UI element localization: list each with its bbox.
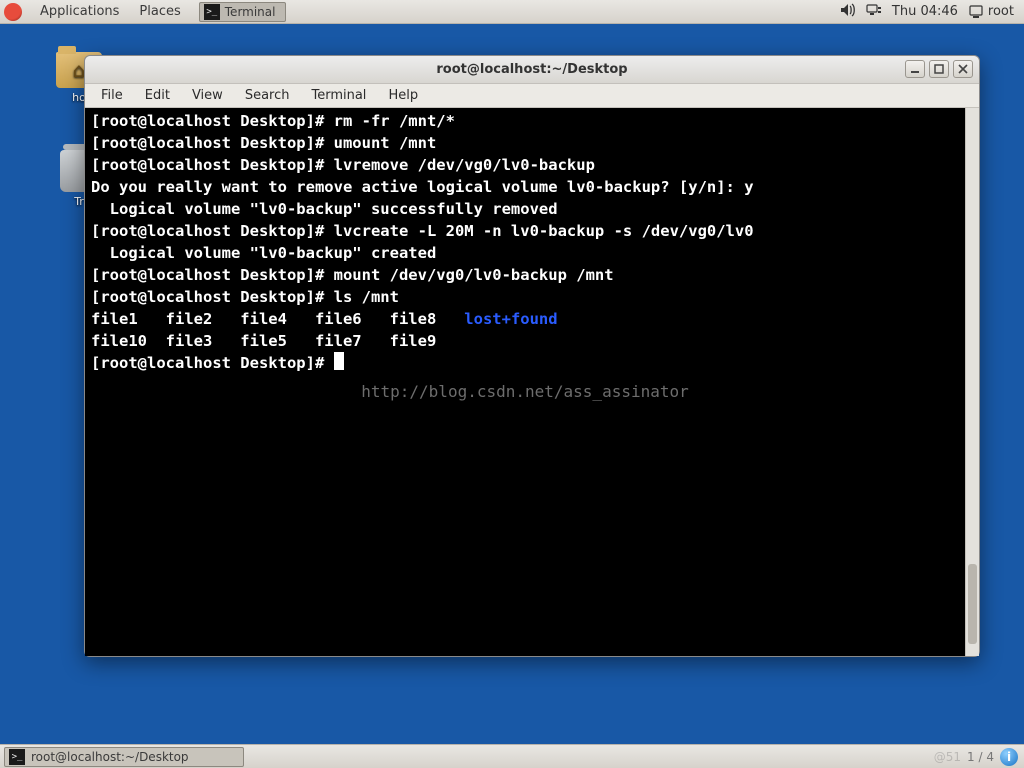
- terminal-icon: >_: [204, 4, 220, 20]
- terminal-output[interactable]: [root@localhost Desktop]# rm -fr /mnt/* …: [85, 108, 965, 656]
- bottom-task-label: root@localhost:~/Desktop: [31, 750, 189, 764]
- menu-search[interactable]: Search: [235, 86, 300, 105]
- system-tray: Thu 04:46 root: [840, 3, 1024, 21]
- clock[interactable]: Thu 04:46: [892, 4, 958, 19]
- menubar: File Edit View Search Terminal Help: [85, 84, 979, 108]
- faded-overlay-text: @51: [934, 750, 961, 764]
- menu-terminal[interactable]: Terminal: [301, 86, 376, 105]
- user-menu[interactable]: root: [968, 4, 1014, 19]
- places-menu[interactable]: Places: [131, 1, 188, 22]
- user-label: root: [988, 4, 1014, 19]
- close-button[interactable]: [953, 60, 973, 78]
- applications-menu[interactable]: Applications: [32, 1, 127, 22]
- titlebar[interactable]: root@localhost:~/Desktop: [85, 56, 979, 84]
- menu-view[interactable]: View: [182, 86, 233, 105]
- window-title: root@localhost:~/Desktop: [436, 62, 627, 77]
- minimize-button[interactable]: [905, 60, 925, 78]
- workspace-indicator[interactable]: 1 / 4: [967, 750, 994, 764]
- menu-help[interactable]: Help: [378, 86, 428, 105]
- scrollbar-thumb[interactable]: [968, 564, 977, 644]
- user-icon: [968, 5, 984, 19]
- network-icon[interactable]: [866, 3, 882, 21]
- terminal-scrollbar[interactable]: [965, 108, 979, 656]
- terminal-window: root@localhost:~/Desktop File Edit View …: [84, 55, 980, 657]
- top-panel: Applications Places >_ Terminal Thu 04:4…: [0, 0, 1024, 24]
- bottom-panel: >_ root@localhost:~/Desktop @51 1 / 4 i: [0, 744, 1024, 768]
- taskbar-button-terminal[interactable]: >_ Terminal: [199, 2, 287, 22]
- taskbar-button-label: Terminal: [225, 5, 276, 19]
- volume-icon[interactable]: [840, 3, 856, 21]
- menu-edit[interactable]: Edit: [135, 86, 180, 105]
- distro-logo-icon[interactable]: [4, 3, 22, 21]
- menu-file[interactable]: File: [91, 86, 133, 105]
- maximize-button[interactable]: [929, 60, 949, 78]
- terminal-icon: >_: [9, 749, 25, 765]
- info-icon[interactable]: i: [1000, 748, 1018, 766]
- bottom-task-button[interactable]: >_ root@localhost:~/Desktop: [4, 747, 244, 767]
